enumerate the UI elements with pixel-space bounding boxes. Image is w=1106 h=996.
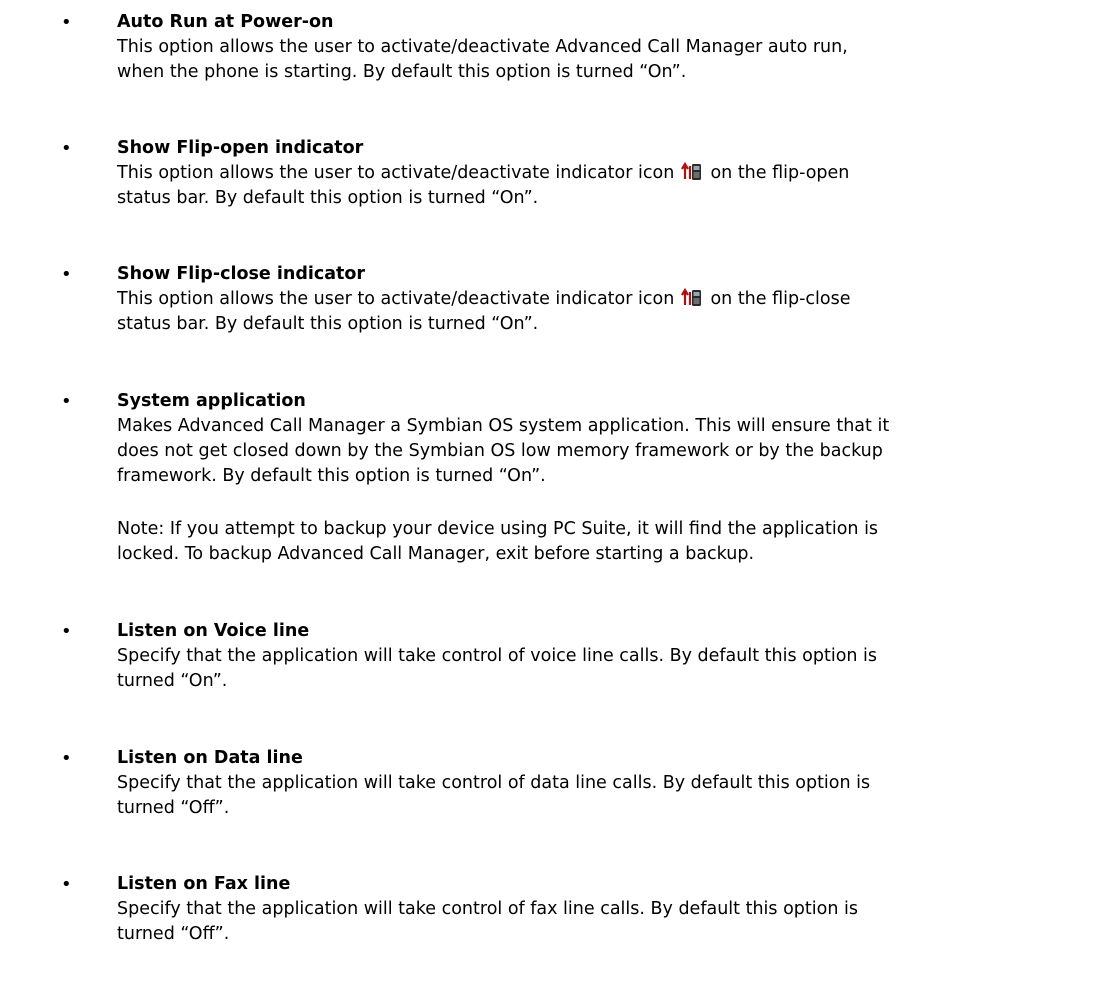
option-title: Show Flip-close indicator: [117, 264, 366, 284]
description-line: turned “Off”.: [117, 924, 230, 944]
option-description: This option allows the user to activate/…: [117, 161, 1106, 211]
description-line: does not get closed down by the Symbian …: [117, 441, 883, 461]
option-title: Listen on Data line: [117, 748, 303, 768]
bullet: •: [61, 391, 72, 412]
description-text: on the flip-open: [710, 163, 850, 183]
description-text: This option allows the user to activate/…: [117, 289, 675, 309]
flip-indicator-icon: [680, 161, 701, 180]
option-description: Specify that the application will take c…: [117, 897, 1106, 947]
description-text: This option allows the user to activate/…: [117, 163, 675, 183]
description-line: status bar. By default this option is tu…: [117, 188, 539, 208]
system-application-note: Note: If you attempt to backup your devi…: [117, 517, 1106, 567]
option-title: Auto Run at Power-on: [117, 12, 334, 32]
option-description: This option allows the user to activate/…: [117, 287, 1106, 337]
note-line: locked. To backup Advanced Call Manager,…: [117, 544, 755, 564]
bullet: •: [61, 748, 72, 769]
description-line: Makes Advanced Call Manager a Symbian OS…: [117, 416, 890, 436]
description-line: turned “On”.: [117, 671, 228, 691]
note-line: Note: If you attempt to backup your devi…: [117, 519, 879, 539]
description-line: Specify that the application will take c…: [117, 899, 858, 919]
description-line: framework. By default this option is tur…: [117, 466, 546, 486]
option-description: This option allows the user to activate/…: [117, 35, 1106, 85]
bullet: •: [61, 12, 72, 33]
description-line: when the phone is starting. By default t…: [117, 62, 687, 82]
option-description: Specify that the application will take c…: [117, 644, 1106, 694]
option-title: System application: [117, 391, 306, 411]
description-line: Specify that the application will take c…: [117, 773, 871, 793]
description-line: Specify that the application will take c…: [117, 646, 878, 666]
bullet: •: [61, 621, 72, 642]
option-title: Listen on Voice line: [117, 621, 310, 641]
description-line: This option allows the user to activate/…: [117, 287, 1106, 312]
option-title: Show Flip-open indicator: [117, 138, 364, 158]
description-line: status bar. By default this option is tu…: [117, 314, 539, 334]
document-page: • Auto Run at Power-on This option allow…: [0, 0, 1106, 996]
description-line: turned “Off”.: [117, 798, 230, 818]
bullet: •: [61, 874, 72, 895]
bullet: •: [61, 138, 72, 159]
description-text: on the flip-close: [710, 289, 851, 309]
description-line: This option allows the user to activate/…: [117, 161, 1106, 186]
option-title: Listen on Fax line: [117, 874, 291, 894]
bullet: •: [61, 264, 72, 285]
option-description: Specify that the application will take c…: [117, 771, 1106, 821]
option-description: Makes Advanced Call Manager a Symbian OS…: [117, 414, 1106, 489]
flip-indicator-icon: [680, 287, 701, 306]
description-line: This option allows the user to activate/…: [117, 37, 848, 57]
